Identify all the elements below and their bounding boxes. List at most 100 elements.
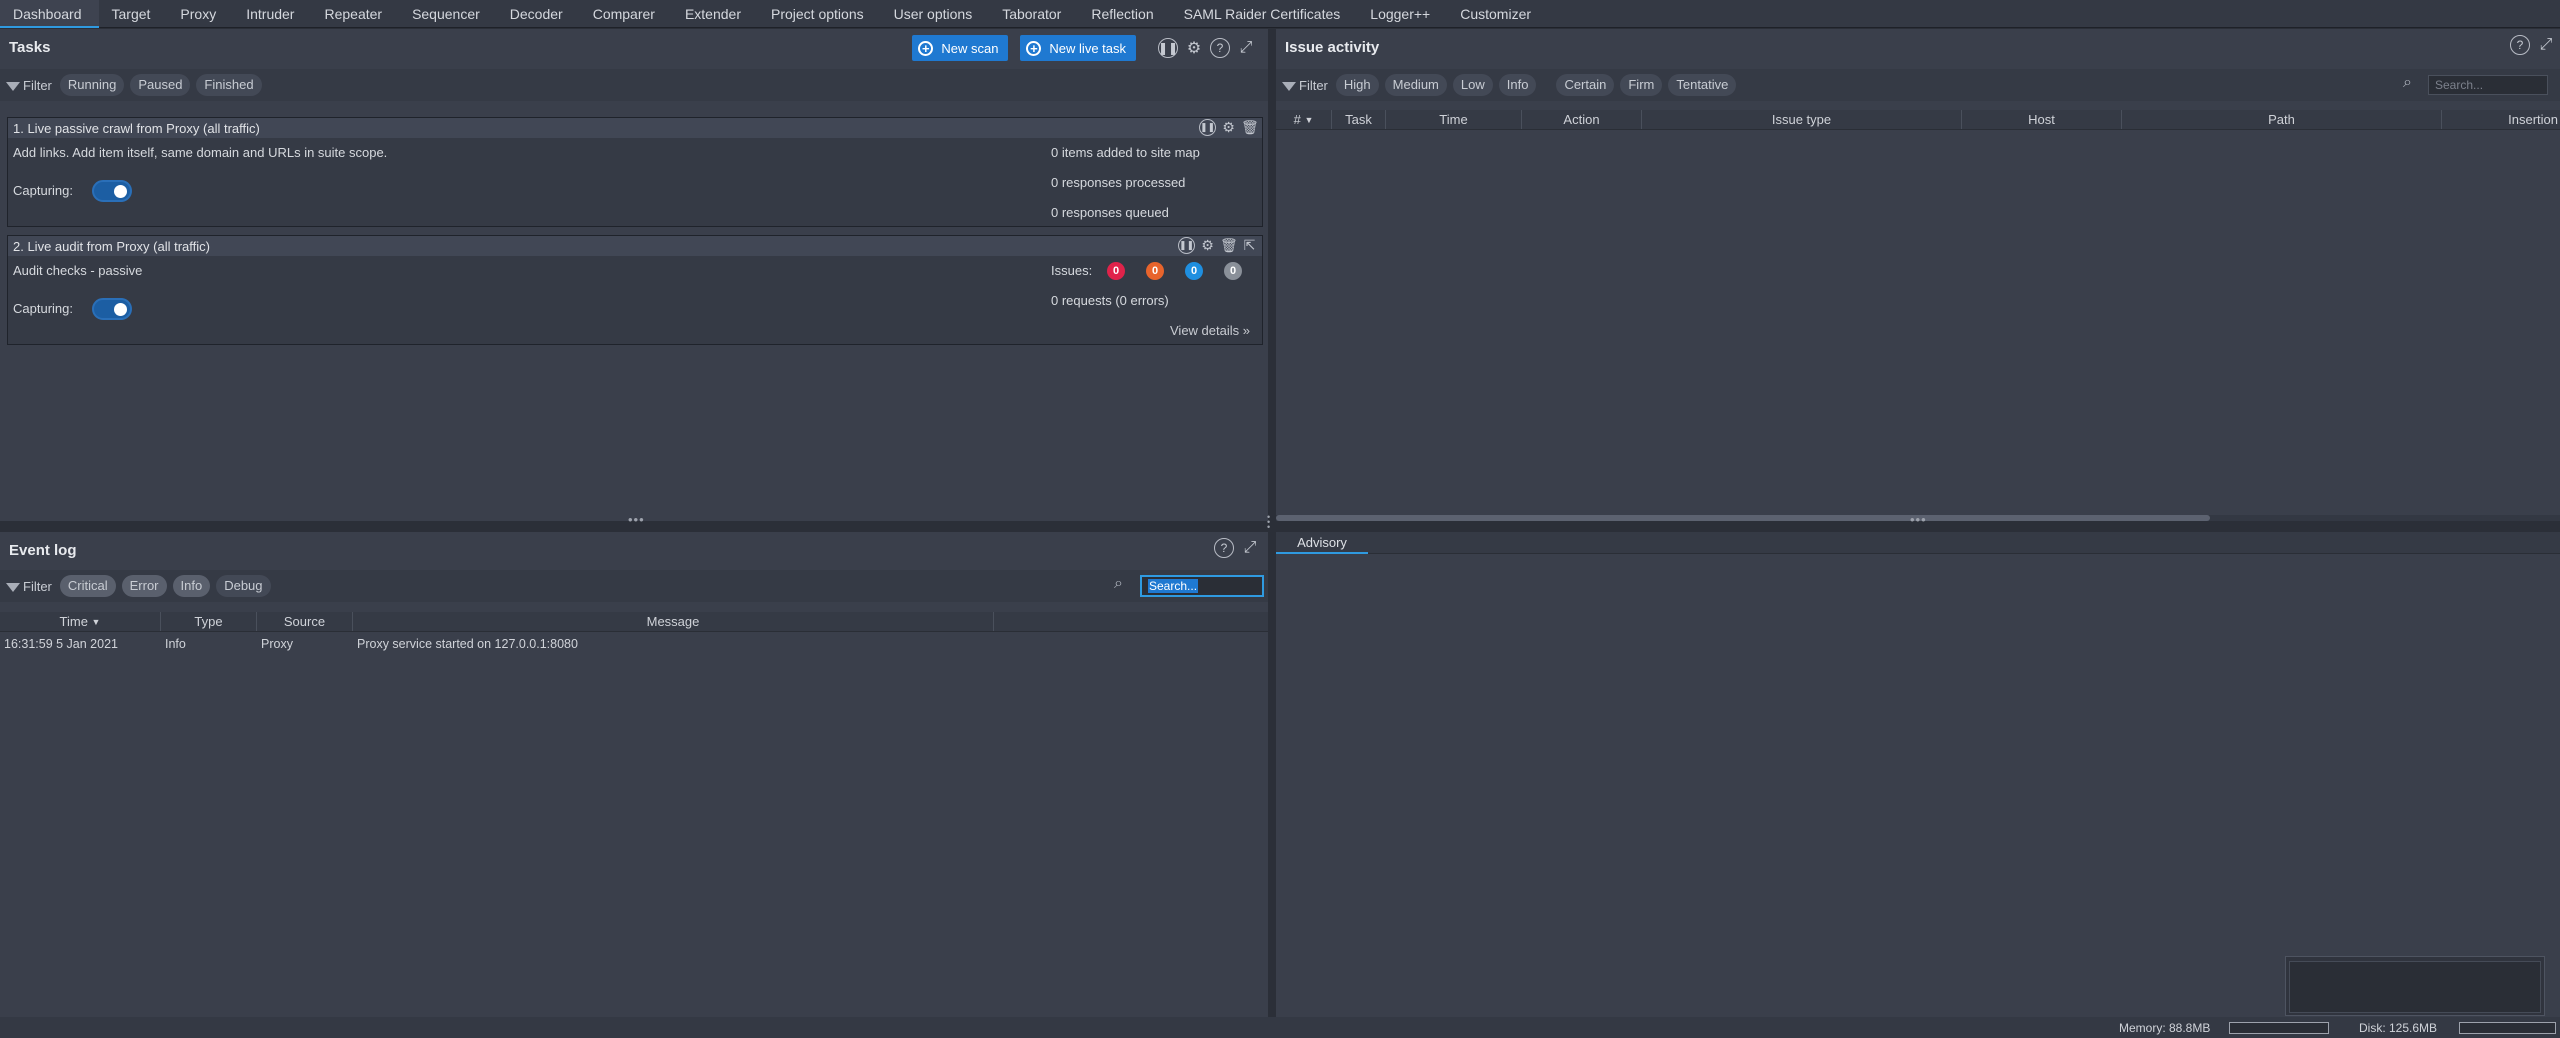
search-icon: ⌕ [1114,575,1123,592]
event-search-input[interactable]: Search... [1140,575,1264,597]
cell-source: Proxy [261,637,293,651]
stat-responses-processed: 0 responses processed [1051,175,1186,190]
trash-icon[interactable]: 🗑 [1220,237,1238,254]
filter-button[interactable]: Filter [1282,78,1328,93]
col-insertion[interactable]: Insertion [2442,110,2560,129]
help-icon[interactable]: ? [1210,38,1230,58]
tab-sequencer[interactable]: Sequencer [399,0,497,28]
gear-icon[interactable]: ⚙ [1199,237,1216,254]
filter-firm[interactable]: Firm [1620,74,1663,96]
task-card-2[interactable]: 2. Live audit from Proxy (all traffic) ❚… [7,235,1263,345]
new-scan-button[interactable]: + New scan [912,35,1009,61]
col-time[interactable]: Time [1386,110,1522,129]
filter-info[interactable]: Info [172,575,211,597]
filter-info[interactable]: Info [1498,74,1537,96]
plus-icon: + [918,40,934,56]
tab-extender[interactable]: Extender [672,0,758,28]
horizontal-scrollbar-thumb[interactable] [1276,515,2210,521]
col-issue-type[interactable]: Issue type [1642,110,1962,129]
trash-icon[interactable]: 🗑 [1241,119,1259,136]
col-type[interactable]: Type [161,612,257,631]
task-card-1[interactable]: 1. Live passive crawl from Proxy (all tr… [7,117,1263,227]
issue-count-low[interactable]: 0 [1185,262,1203,280]
issue-activity-header: Issue activity ? ⤢ [1276,29,2560,65]
view-details-link[interactable]: View details » [1170,323,1250,338]
tab-customizer[interactable]: Customizer [1447,0,1548,28]
col-label: Time [59,614,88,629]
resize-handle[interactable]: ••• [1910,512,1927,527]
tab-project-options[interactable]: Project options [758,0,881,28]
tab-advisory[interactable]: Advisory [1276,532,1368,554]
col-host[interactable]: Host [1962,110,2122,129]
tasks-filter-bar: Filter Running Paused Finished [0,69,1268,101]
tab-dashboard[interactable]: Dashboard [0,0,99,28]
event-table-header: Time ▼ Type Source Message [0,612,1268,632]
filter-icon [1282,81,1296,91]
expand-icon[interactable]: ⤢ [1240,539,1260,557]
filter-button[interactable]: Filter [6,78,52,93]
capturing-toggle[interactable] [92,180,132,202]
help-icon[interactable]: ? [1214,538,1234,558]
pause-icon[interactable]: ❚❚ [1158,38,1178,58]
new-live-task-button[interactable]: + New live task [1020,35,1136,61]
col-message[interactable]: Message [353,612,994,631]
filter-critical[interactable]: Critical [59,575,116,597]
filter-tentative[interactable]: Tentative [1668,74,1737,96]
tab-saml-raider-certificates[interactable]: SAML Raider Certificates [1171,0,1358,28]
gear-icon[interactable]: ⚙ [1220,119,1237,136]
filter-button[interactable]: Filter [6,579,52,594]
col-number[interactable]: # ▼ [1276,110,1332,129]
col-path[interactable]: Path [2122,110,2442,129]
issue-search-input[interactable]: Search... [2428,75,2548,95]
expand-icon[interactable]: ⤢ [2536,36,2556,54]
issue-count-medium[interactable]: 0 [1146,262,1164,280]
tab-intruder[interactable]: Intruder [233,0,311,28]
tab-target[interactable]: Target [99,0,168,28]
vertical-resize-handle[interactable]: • • • [1267,513,1270,532]
issue-count-high[interactable]: 0 [1107,262,1125,280]
filter-paused[interactable]: Paused [130,74,191,96]
gear-icon[interactable]: ⚙ [1184,38,1204,58]
col-source[interactable]: Source [257,612,353,631]
resize-handle[interactable]: ••• [628,512,645,527]
plus-icon: + [1026,40,1042,56]
filter-icon [6,81,20,91]
new-scan-label: New scan [941,40,999,56]
filter-high[interactable]: High [1335,74,1379,96]
tab-reflection[interactable]: Reflection [1078,0,1170,28]
disk-bar [2459,1022,2556,1034]
open-icon[interactable]: ⇱ [1241,237,1258,254]
filter-certain[interactable]: Certain [1556,74,1615,96]
filter-error[interactable]: Error [121,575,167,597]
help-icon[interactable]: ? [2510,35,2530,55]
cell-type: Info [165,637,186,651]
tab-logger-[interactable]: Logger++ [1357,0,1447,28]
filter-medium[interactable]: Medium [1384,74,1447,96]
status-bar: Memory: 88.8MB Disk: 125.6MB [0,1017,2560,1038]
col-task[interactable]: Task [1332,110,1386,129]
tab-proxy[interactable]: Proxy [167,0,233,28]
tab-comparer[interactable]: Comparer [580,0,672,28]
issue-table-header: # ▼ Task Time Action Issue type Host Pat… [1276,110,2560,130]
event-log-title: Event log [9,541,77,559]
advisory-tab-bar: Advisory [1276,532,2560,554]
memory-label: Memory: 88.8MB [2119,1021,2211,1035]
pause-icon[interactable]: ❚❚ [1199,119,1216,136]
table-row[interactable]: 16:31:59 5 Jan 2021 Info Proxy Proxy ser… [0,634,1268,654]
tab-repeater[interactable]: Repeater [311,0,399,28]
issues-label: Issues: [1051,263,1093,278]
filter-running[interactable]: Running [59,74,125,96]
col-action[interactable]: Action [1522,110,1642,129]
event-log-header: Event log ? ⤢ [0,532,1268,568]
capturing-toggle[interactable] [92,298,132,320]
pause-icon[interactable]: ❚❚ [1178,237,1195,254]
filter-low[interactable]: Low [1452,74,1493,96]
col-time[interactable]: Time ▼ [0,612,161,631]
expand-icon[interactable]: ⤢ [1236,39,1256,57]
tab-user-options[interactable]: User options [881,0,990,28]
tab-taborator[interactable]: Taborator [989,0,1078,28]
issue-count-info[interactable]: 0 [1224,262,1242,280]
tab-decoder[interactable]: Decoder [497,0,580,28]
filter-finished[interactable]: Finished [196,74,262,96]
filter-debug[interactable]: Debug [216,575,271,597]
